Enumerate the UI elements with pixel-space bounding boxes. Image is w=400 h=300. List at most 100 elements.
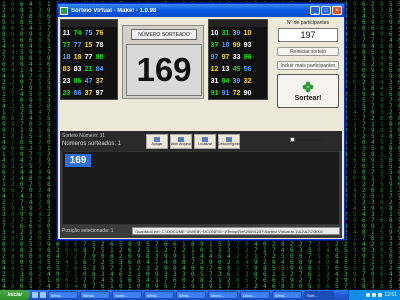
tray-icon[interactable]: [366, 293, 371, 297]
grid-header: [209, 20, 267, 27]
grid-cell: 21: [84, 65, 93, 73]
sempre-visivel-checkbox[interactable]: Sempre Visível: [290, 137, 324, 142]
grid-row: 31 94 39 32: [209, 75, 267, 87]
save-path-field: Guardado em: C:\DOCUME~1\WEB\~1\CONFIG~1…: [132, 227, 340, 235]
sorteio-number-text: Sorteio Número: 11: [62, 133, 105, 139]
grid-cell: 12: [210, 65, 219, 73]
localizar-button[interactable]: Localizar: [194, 134, 216, 149]
sorteio-window: Sorteio Virtual - Make! - 1.0.98 _ □ × 1…: [57, 3, 345, 240]
minimize-button[interactable]: _: [310, 6, 320, 15]
incluir-participantes-button[interactable]: Incluir mais participantes: [277, 61, 339, 70]
grid-row: 37 10 99 93: [209, 39, 267, 51]
grid-cell: 86: [73, 77, 82, 85]
taskbar-item[interactable]: Sort...: [304, 291, 334, 299]
number-grid-left: 11 74 75 76 77 77 15 78 18 18 77 98 83 83 21 84 23 86 47 37…: [60, 19, 118, 100]
grid-cell: 47: [84, 77, 93, 85]
toolbar-label: Abrir Arquivo: [170, 142, 192, 146]
title-bar[interactable]: Sorteio Virtual - Make! - 1.0.98 _ □ ×: [58, 4, 344, 17]
grid-cell: 96: [243, 53, 252, 61]
grid-cell: 23: [62, 77, 71, 85]
grid-cell: 10: [210, 29, 219, 37]
taskbar-item[interactable]: Docu...: [240, 291, 270, 299]
grid-cell: 76: [95, 29, 104, 37]
grid-cell: 37: [84, 89, 93, 97]
toolbar-label: Localizar: [197, 142, 212, 146]
grid-cell: 37: [95, 77, 104, 85]
grid-cell: 77: [84, 53, 93, 61]
grid-cell: 10: [221, 41, 230, 49]
grid-cell: 33: [232, 53, 241, 61]
apagar-button[interactable]: Apagar: [146, 134, 168, 149]
grid-row: 97 97 33 96: [209, 51, 267, 63]
grid-cell: 97: [95, 89, 104, 97]
grid-cell: 77: [73, 41, 82, 49]
grid-cell: 31: [210, 77, 219, 85]
grid-cell: 45: [232, 65, 241, 73]
matrix-column: 5418649649844779596840956377548703496161…: [29, 0, 33, 290]
grid-cell: 23: [62, 89, 71, 97]
close-button[interactable]: ×: [332, 6, 342, 15]
grid-cell: 10: [243, 29, 252, 37]
grid-cell: 98: [95, 53, 104, 61]
grid-cell: 15: [84, 41, 93, 49]
taskbar-item[interactable]: Wind...: [48, 291, 78, 299]
matrix-column: 6682810005881402403227110604144074739762…: [20, 0, 24, 290]
sempre-visivel-label: Sempre Visível: [297, 137, 324, 142]
taskbar-item[interactable]: Wind...: [272, 291, 302, 299]
quicklaunch-icon[interactable]: [32, 292, 38, 298]
reiniciar-button[interactable]: Reiniciar sorteio: [277, 47, 339, 56]
drawn-numbers-list[interactable]: 169: [62, 151, 340, 225]
grid-cell: 32: [243, 77, 252, 85]
grid-cell: 97: [210, 53, 219, 61]
grid-header: [61, 20, 117, 27]
sorteado-label: NÚMERO SORTEADO: [131, 29, 197, 40]
grid-row: 23 86 47 37: [61, 75, 117, 87]
grid-row: 10 31 39 10: [209, 27, 267, 39]
grid-cell: 91: [221, 89, 230, 97]
taskbar: Iniciar Wind... Blinds Sorte... Wind... Wind…: [0, 290, 400, 300]
grid-cell: 93: [243, 41, 252, 49]
results-toolbar: Apagar Abrir Arquivo Localizar Desconfigura…: [146, 134, 242, 149]
number-grid-right: 10 31 39 10 37 10 99 93 97 97 33 96 12 13 45 56 31 94 39 32…: [208, 19, 268, 100]
taskbar-item[interactable]: Wind...: [144, 291, 174, 299]
grid-row: 23 86 37 97: [61, 87, 117, 99]
grid-cell: 13: [221, 65, 230, 73]
window-title: Sorteio Virtual - Make! - 1.0.98: [71, 7, 157, 14]
grid-cell: 84: [95, 65, 104, 73]
posicao-text: Posição selecionada: 1: [62, 228, 114, 234]
participants-label: Nº de participantes: [286, 20, 330, 26]
grid-cell: 99: [232, 41, 241, 49]
grid-cell: 75: [84, 29, 93, 37]
desconfigurar-button[interactable]: Desconfigurar: [218, 134, 240, 149]
grid-cell: 11: [62, 29, 71, 37]
start-button[interactable]: Iniciar: [0, 290, 30, 300]
checkbox-box[interactable]: [290, 137, 295, 142]
grid-row: 77 77 15 78: [61, 39, 117, 51]
sorteado-panel: NÚMERO SORTEADO 169: [122, 25, 204, 99]
matrix-column: 5124508542760426154109914914562194253173…: [2, 0, 6, 290]
taskbar-item[interactable]: Blinds: [80, 291, 110, 299]
grid-cell: 97: [221, 53, 230, 61]
grid-row: 18 18 77 98: [61, 51, 117, 63]
taskbar-item[interactable]: Micro...: [208, 291, 238, 299]
grid-row: 11 74 75 76: [61, 27, 117, 39]
matrix-column: 4004669344484422712789987650332367290354…: [11, 0, 15, 290]
grid-cell: 91: [210, 89, 219, 97]
drawn-number-item[interactable]: 169: [65, 154, 91, 167]
taskbar-item[interactable]: Sorte...: [112, 291, 142, 299]
tray-icon[interactable]: [372, 293, 377, 297]
grid-cell: 37: [210, 41, 219, 49]
sortear-button[interactable]: Sortear!: [277, 74, 339, 108]
maximize-button[interactable]: □: [321, 6, 331, 15]
grid-row: 12 13 45 56: [209, 63, 267, 75]
grid-cell: 56: [243, 65, 252, 73]
matrix-column: 2585936408666935677208181850551917281819…: [389, 0, 393, 290]
abrir-arquivo-button[interactable]: Abrir Arquivo: [170, 134, 192, 149]
grid-cell: 83: [73, 65, 82, 73]
task-list: Wind... Blinds Sorte... Wind... Wind... Micro…: [46, 291, 334, 299]
app-icon: [60, 6, 68, 15]
taskbar-item[interactable]: Wind...: [176, 291, 206, 299]
tray-icon[interactable]: [378, 293, 383, 297]
grid-cell: 74: [73, 29, 82, 37]
grid-cell: 83: [62, 65, 71, 73]
